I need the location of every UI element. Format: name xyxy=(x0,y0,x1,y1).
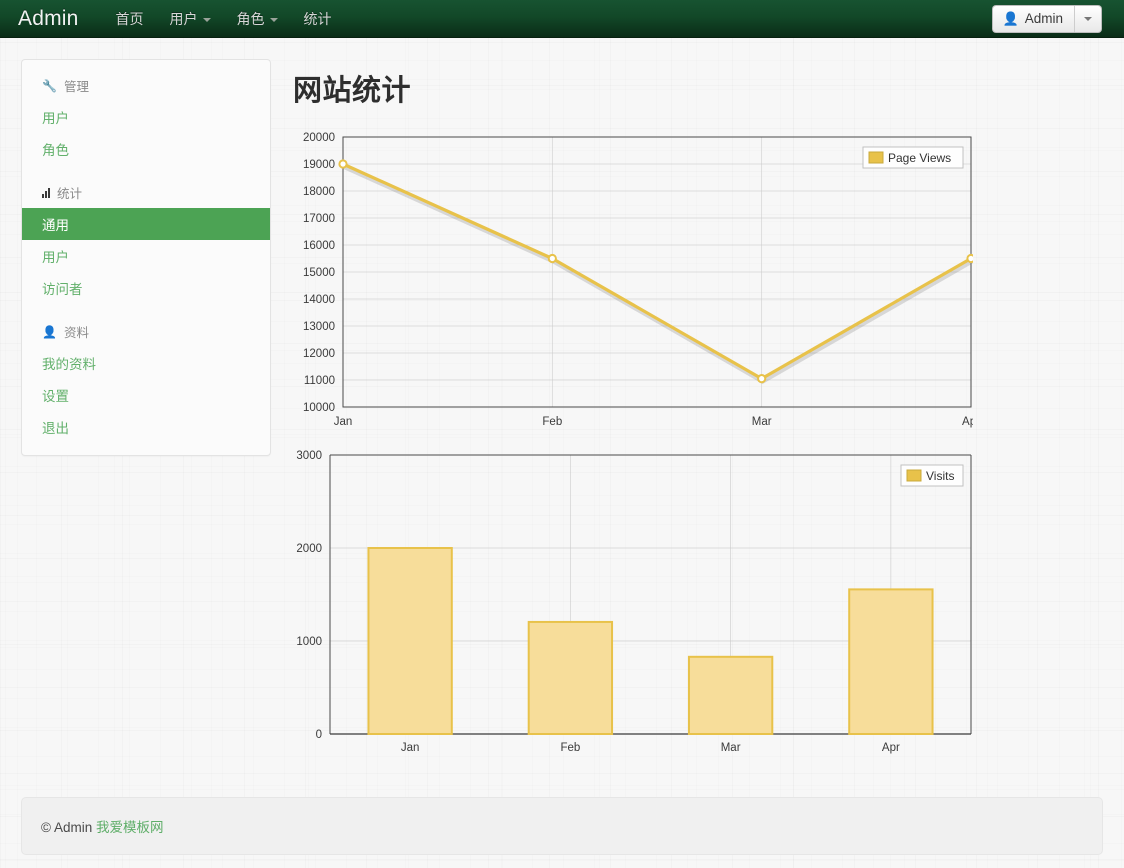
sidebar-item-stat-users[interactable]: 用户 xyxy=(22,240,270,272)
nav-item-label: 统计 xyxy=(303,10,332,27)
svg-text:11000: 11000 xyxy=(304,375,335,387)
user-icon: 👤 xyxy=(1002,11,1019,26)
line-chart-container: 10000 11000 12000 13000 14000 15000 16000 17000… xyxy=(293,131,1103,431)
sidebar-header-manage: 🔧 管理 xyxy=(22,70,270,101)
sidebar-item-my-profile[interactable]: 我的资料 xyxy=(22,347,270,379)
svg-text:18000: 18000 xyxy=(303,186,335,198)
footer-copyright: © Admin xyxy=(41,820,93,835)
user-icon: 👤 xyxy=(42,324,57,339)
sidebar: 🔧 管理 用户 角色 统计 通用 用户 访问者 👤 资料 我的资料 设置 退出 xyxy=(21,59,271,456)
wrench-icon: 🔧 xyxy=(42,78,57,93)
chevron-down-icon xyxy=(202,17,211,22)
user-menu-button[interactable]: 👤 Admin xyxy=(991,4,1074,33)
page-views-line-chart[interactable]: 10000 11000 12000 13000 14000 15000 16000 17000… xyxy=(293,131,973,431)
page-title: 网站统计 xyxy=(293,75,412,107)
nav-item-roles[interactable]: 角色 xyxy=(224,0,291,38)
nav-item-statistics[interactable]: 统计 xyxy=(291,0,345,38)
sidebar-divider-1 xyxy=(22,165,270,177)
chevron-down-icon xyxy=(1084,16,1092,21)
nav-item-users[interactable]: 用户 xyxy=(157,0,224,38)
user-menu-caret-button[interactable] xyxy=(1074,4,1102,33)
svg-text:Apr: Apr xyxy=(882,742,900,754)
svg-text:16000: 16000 xyxy=(303,240,335,252)
top-navbar: Admin 首页 用户 角色 统计 👤 Admin xyxy=(0,0,1124,38)
svg-text:Jan: Jan xyxy=(401,742,420,754)
sidebar-header-label: 统计 xyxy=(57,187,83,201)
sidebar-item-visitors[interactable]: 访问者 xyxy=(22,272,270,304)
sidebar-divider-2 xyxy=(22,304,270,316)
nav-item-home[interactable]: 首页 xyxy=(103,0,157,38)
brand-logo[interactable]: Admin xyxy=(18,7,79,31)
footer-text: © Admin 我爱模板网 xyxy=(41,816,163,836)
main-content: 网站统计 10000 11000 12000 13000 14000 15000 16000… xyxy=(293,59,1103,769)
nav-item-label: 首页 xyxy=(115,10,144,27)
nav-item-label: 角色 xyxy=(236,10,265,27)
svg-text:20000: 20000 xyxy=(303,132,335,144)
svg-text:13000: 13000 xyxy=(303,321,335,333)
sidebar-header-profile: 👤 资料 xyxy=(22,316,270,347)
navbar-right: 👤 Admin xyxy=(991,4,1102,33)
svg-text:3000: 3000 xyxy=(296,450,322,462)
sidebar-header-label: 资料 xyxy=(63,326,89,340)
sidebar-item-users[interactable]: 用户 xyxy=(22,101,270,133)
svg-text:10000: 10000 xyxy=(303,402,335,414)
svg-text:Mar: Mar xyxy=(721,742,741,754)
svg-text:14000: 14000 xyxy=(303,294,335,306)
sidebar-header-label: 管理 xyxy=(63,80,89,94)
svg-text:12000: 12000 xyxy=(303,348,335,360)
sidebar-item-settings[interactable]: 设置 xyxy=(22,379,270,411)
svg-text:19000: 19000 xyxy=(303,159,335,171)
footer-link[interactable]: 我爱模板网 xyxy=(96,820,164,835)
user-menu-label: Admin xyxy=(1024,11,1063,26)
sidebar-header-statistics: 统计 xyxy=(22,177,270,208)
sidebar-item-general[interactable]: 通用 xyxy=(22,208,270,240)
svg-text:17000: 17000 xyxy=(303,213,335,225)
svg-text:Page Views: Page Views xyxy=(888,151,951,165)
page-footer: © Admin 我爱模板网 xyxy=(21,797,1103,855)
nav-item-label: 用户 xyxy=(169,10,198,27)
svg-text:15000: 15000 xyxy=(303,267,335,279)
bar-chart-icon xyxy=(42,187,50,198)
svg-text:Feb: Feb xyxy=(542,416,562,428)
sidebar-item-roles[interactable]: 角色 xyxy=(22,133,270,165)
svg-text:Apr: Apr xyxy=(962,416,973,428)
svg-text:Feb: Feb xyxy=(560,742,580,754)
chevron-down-icon xyxy=(269,17,278,22)
svg-text:Visits: Visits xyxy=(926,469,954,483)
svg-text:0: 0 xyxy=(316,729,322,741)
visits-bar-chart[interactable]: 0 1000 2000 3000 Jan Feb Mar Apr Visits xyxy=(293,449,973,769)
primary-nav: 首页 用户 角色 统计 xyxy=(103,0,345,38)
svg-text:Jan: Jan xyxy=(334,416,353,428)
svg-text:Mar: Mar xyxy=(752,416,772,428)
bar-chart-container: 0 1000 2000 3000 Jan Feb Mar Apr Visits xyxy=(293,449,1103,769)
user-menu-group: 👤 Admin xyxy=(991,4,1102,33)
svg-text:2000: 2000 xyxy=(296,543,322,555)
svg-text:1000: 1000 xyxy=(296,636,322,648)
sidebar-item-logout[interactable]: 退出 xyxy=(22,411,270,443)
